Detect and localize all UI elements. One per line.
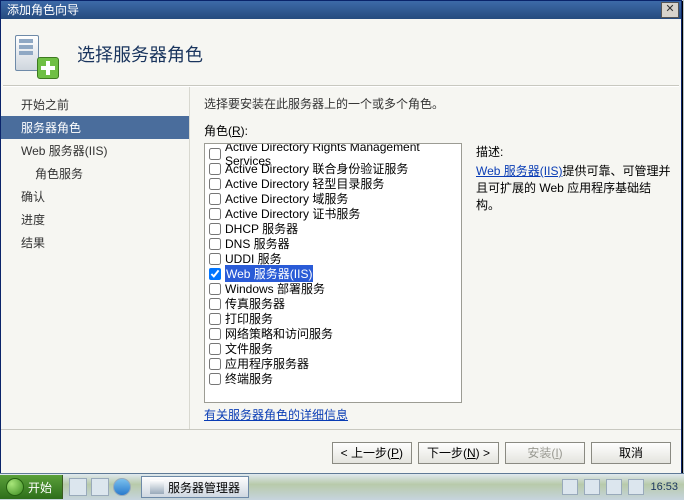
tray-icon[interactable] bbox=[606, 479, 622, 495]
role-checkbox[interactable] bbox=[209, 253, 221, 265]
nav-step[interactable]: 确认 bbox=[1, 185, 189, 208]
role-item[interactable]: 打印服务 bbox=[205, 311, 461, 326]
role-item[interactable]: 网络策略和访问服务 bbox=[205, 326, 461, 341]
role-checkbox[interactable] bbox=[209, 148, 221, 160]
ie-icon[interactable] bbox=[113, 478, 131, 496]
start-orb-icon bbox=[6, 478, 24, 496]
taskbar[interactable]: 开始 服务器管理器 16:53 bbox=[0, 473, 684, 500]
role-item[interactable]: DNS 服务器 bbox=[205, 236, 461, 251]
role-checkbox[interactable] bbox=[209, 358, 221, 370]
description-link[interactable]: Web 服务器(IIS) bbox=[476, 164, 562, 178]
nav-step[interactable]: 开始之前 bbox=[1, 93, 189, 116]
role-checkbox[interactable] bbox=[209, 313, 221, 325]
install-button: 安装(I) bbox=[505, 442, 585, 464]
roles-listbox[interactable]: Active Directory Rights Management Servi… bbox=[204, 143, 462, 403]
titlebar[interactable]: 添加角色向导 ✕ bbox=[1, 1, 681, 19]
next-button[interactable]: 下一步(N) > bbox=[418, 442, 499, 464]
role-label: 终端服务 bbox=[225, 370, 273, 387]
window-title: 添加角色向导 bbox=[7, 3, 79, 17]
nav-step[interactable]: 进度 bbox=[1, 208, 189, 231]
page-title: 选择服务器角色 bbox=[77, 41, 203, 67]
role-item[interactable]: Active Directory 证书服务 bbox=[205, 206, 461, 221]
system-tray[interactable]: 16:53 bbox=[562, 479, 684, 495]
nav-step[interactable]: 服务器角色 bbox=[1, 116, 189, 139]
role-checkbox[interactable] bbox=[209, 223, 221, 235]
taskbar-app-server-manager[interactable]: 服务器管理器 bbox=[141, 476, 249, 498]
nav-step[interactable]: Web 服务器(IIS) bbox=[1, 139, 189, 162]
show-desktop-icon[interactable] bbox=[69, 478, 87, 496]
cancel-button[interactable]: 取消 bbox=[591, 442, 671, 464]
role-item[interactable]: 传真服务器 bbox=[205, 296, 461, 311]
role-item[interactable]: 文件服务 bbox=[205, 341, 461, 356]
role-checkbox[interactable] bbox=[209, 178, 221, 190]
role-checkbox[interactable] bbox=[209, 298, 221, 310]
role-checkbox[interactable] bbox=[209, 268, 221, 280]
role-item[interactable]: Web 服务器(IIS) bbox=[205, 266, 461, 281]
role-item[interactable]: Active Directory Rights Management Servi… bbox=[205, 146, 461, 161]
instruction-text: 选择要安装在此服务器上的一个或多个角色。 bbox=[204, 95, 671, 112]
role-checkbox[interactable] bbox=[209, 373, 221, 385]
role-item[interactable]: Windows 部署服务 bbox=[205, 281, 461, 296]
main-panel: 选择要安装在此服务器上的一个或多个角色。 角色(R): Active Direc… bbox=[190, 87, 681, 429]
role-checkbox[interactable] bbox=[209, 163, 221, 175]
start-button[interactable]: 开始 bbox=[0, 475, 63, 499]
role-checkbox[interactable] bbox=[209, 193, 221, 205]
quick-launch bbox=[63, 478, 137, 496]
wizard-window: 添加角色向导 ✕ 选择服务器角色 开始之前服务器角色Web 服务器(IIS)角色… bbox=[0, 0, 682, 474]
role-checkbox[interactable] bbox=[209, 208, 221, 220]
role-checkbox[interactable] bbox=[209, 343, 221, 355]
role-checkbox[interactable] bbox=[209, 328, 221, 340]
tray-icon[interactable] bbox=[628, 479, 644, 495]
role-item[interactable]: Active Directory 域服务 bbox=[205, 191, 461, 206]
server-manager-icon bbox=[150, 480, 164, 494]
role-item[interactable]: 应用程序服务器 bbox=[205, 356, 461, 371]
role-item[interactable]: UDDI 服务 bbox=[205, 251, 461, 266]
tray-icon[interactable] bbox=[584, 479, 600, 495]
nav-step[interactable]: 角色服务 bbox=[1, 162, 189, 185]
explorer-icon[interactable] bbox=[91, 478, 109, 496]
nav-steps: 开始之前服务器角色Web 服务器(IIS)角色服务确认进度结果 bbox=[1, 87, 190, 429]
wizard-icon bbox=[11, 31, 57, 77]
header: 选择服务器角色 bbox=[1, 19, 681, 85]
role-item[interactable]: DHCP 服务器 bbox=[205, 221, 461, 236]
close-icon[interactable]: ✕ bbox=[661, 2, 679, 18]
description-panel: 描述: Web 服务器(IIS)提供可靠、可管理并且可扩展的 Web 应用程序基… bbox=[462, 143, 671, 403]
roles-label: 角色(R): bbox=[204, 122, 671, 139]
description-heading: 描述: bbox=[476, 143, 671, 160]
role-item[interactable]: 终端服务 bbox=[205, 371, 461, 386]
role-item[interactable]: Active Directory 轻型目录服务 bbox=[205, 176, 461, 191]
clock[interactable]: 16:53 bbox=[650, 481, 678, 493]
role-checkbox[interactable] bbox=[209, 283, 221, 295]
tray-icon[interactable] bbox=[562, 479, 578, 495]
more-info-link[interactable]: 有关服务器角色的详细信息 bbox=[204, 408, 348, 422]
previous-button[interactable]: < 上一步(P) bbox=[332, 442, 412, 464]
role-checkbox[interactable] bbox=[209, 238, 221, 250]
nav-step[interactable]: 结果 bbox=[1, 231, 189, 254]
